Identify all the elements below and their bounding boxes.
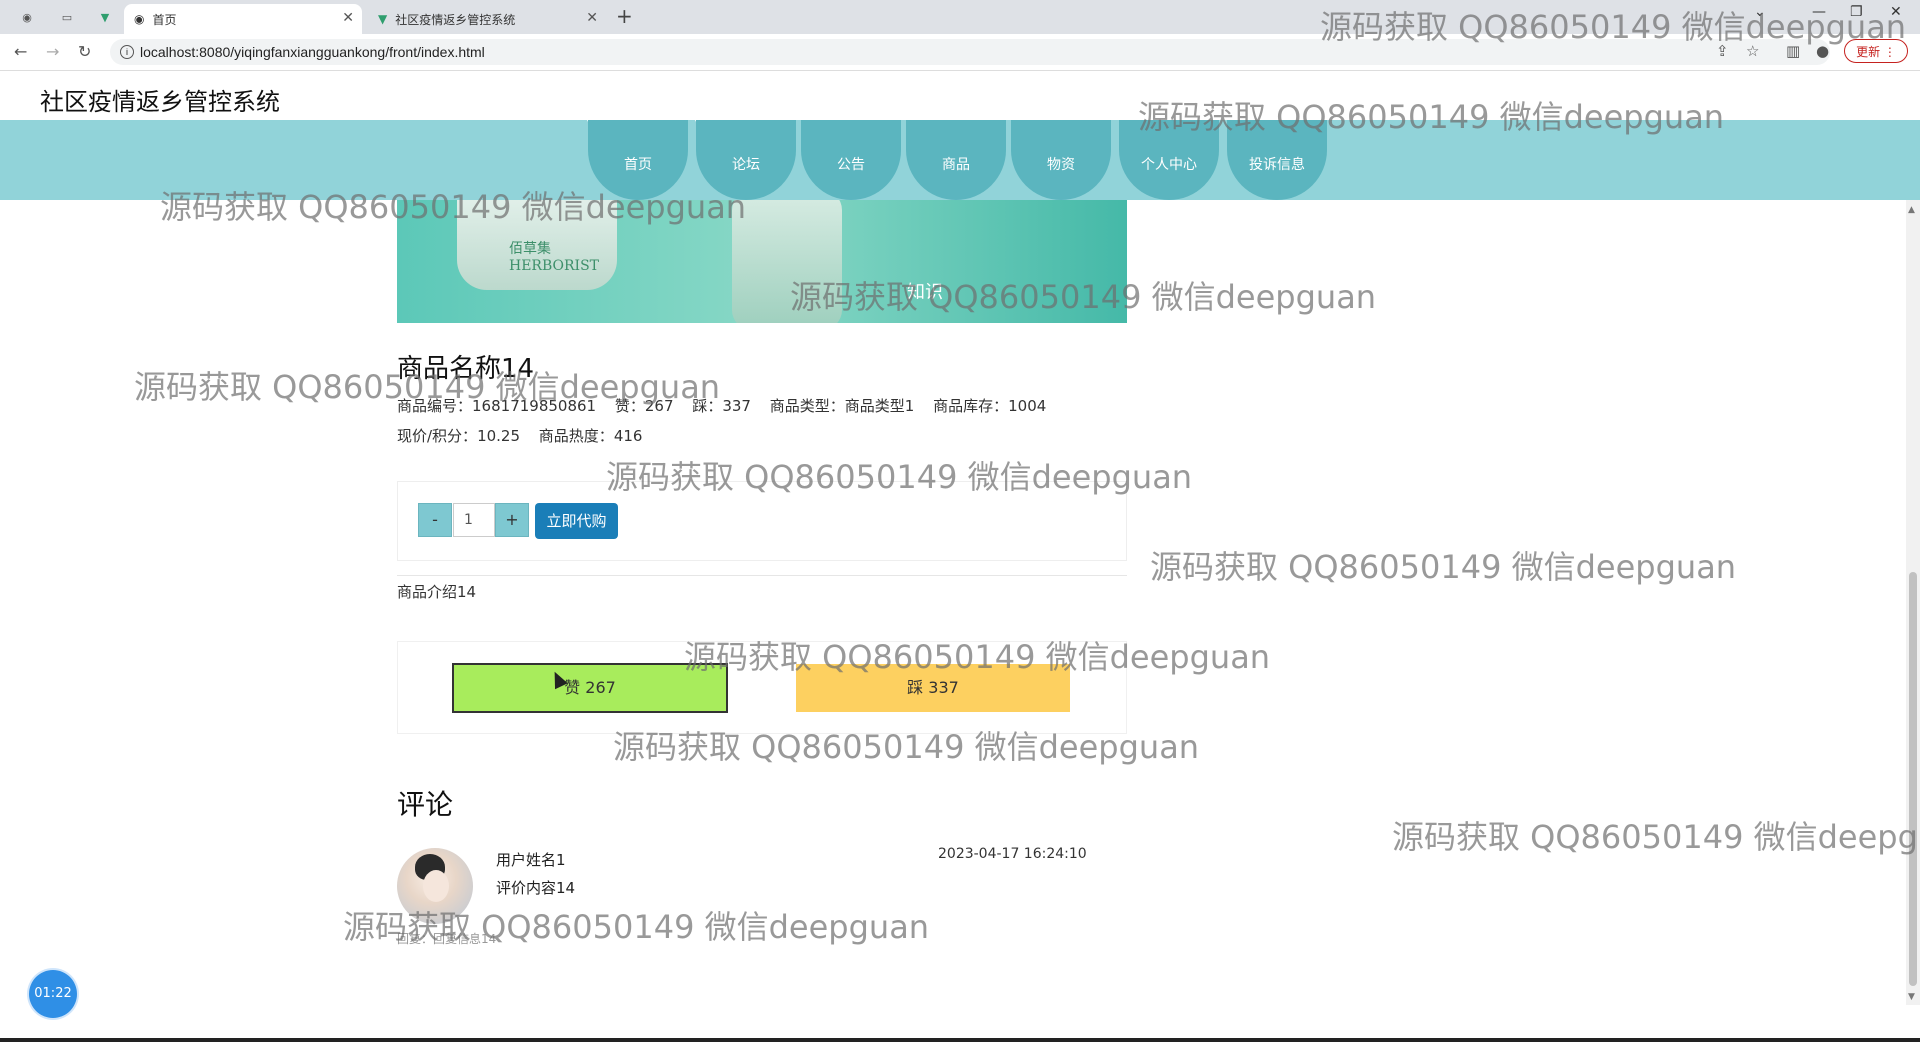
- window-close-icon[interactable]: ✕: [1890, 4, 1902, 20]
- meta-label: 现价/积分：: [397, 427, 478, 445]
- scrollbar-thumb[interactable]: [1909, 572, 1917, 986]
- quantity-input[interactable]: 1: [453, 503, 495, 537]
- globe-icon[interactable]: ◉: [18, 8, 36, 26]
- update-label: 更新: [1856, 45, 1881, 59]
- star-icon[interactable]: ☆: [1746, 42, 1759, 60]
- tab-system[interactable]: ▼ 社区疫情返乡管控系统 ✕: [368, 4, 606, 34]
- new-tab-icon[interactable]: +: [616, 4, 633, 28]
- url-field[interactable]: i localhost:8080/yiqingfanxiangguankong/…: [110, 39, 1830, 65]
- address-bar-row: ← → ↻ i localhost:8080/yiqingfanxianggua…: [0, 34, 1920, 71]
- comment-user: 用户姓名1: [496, 851, 566, 869]
- restore-icon[interactable]: ❐: [1850, 4, 1863, 20]
- scroll-down-icon[interactable]: ▼: [1908, 992, 1915, 1002]
- minimize-icon[interactable]: —: [1812, 4, 1826, 20]
- vue-icon: ▼: [378, 12, 388, 26]
- avatar: [397, 848, 473, 924]
- info-icon[interactable]: i: [120, 45, 134, 59]
- watermark: 源码获取 QQ86050149 微信deepguan: [1150, 548, 1737, 586]
- url-text: localhost:8080/yiqingfanxiangguankong/fr…: [140, 44, 485, 60]
- like-button[interactable]: 赞 267: [452, 663, 728, 713]
- tab-title: 首页: [152, 12, 177, 27]
- close-icon[interactable]: ✕: [586, 10, 598, 26]
- site-title: 社区疫情返乡管控系统: [40, 88, 280, 116]
- vue-icon[interactable]: ▼: [96, 8, 114, 26]
- back-icon[interactable]: ←: [14, 42, 27, 61]
- globe-icon: ◉: [134, 12, 145, 26]
- comment-time: 2023-04-17 16:24:10: [938, 846, 1087, 862]
- close-icon[interactable]: ✕: [342, 10, 354, 26]
- quantity-decrement-button[interactable]: -: [418, 503, 452, 537]
- meta-value: 1681719850861: [472, 397, 597, 415]
- buy-box: - 1 + 立即代购: [397, 481, 1127, 561]
- meta-label: 踩：: [692, 397, 723, 415]
- quantity-increment-button[interactable]: +: [495, 503, 529, 537]
- comments-title: 评论: [397, 788, 454, 821]
- watermark: 源码获取 QQ86050149 微信deepguan: [1392, 818, 1920, 856]
- product-bottle: [732, 200, 842, 323]
- vote-box: 赞 267 踩 337: [397, 641, 1127, 734]
- meta-label: 赞：: [614, 397, 645, 415]
- product-image: 佰草集 HERBORIST 知识: [397, 200, 1127, 323]
- meta-label: 商品库存：: [933, 397, 1009, 415]
- chevron-down-icon[interactable]: ⌄: [1754, 4, 1766, 20]
- recording-timer[interactable]: 01:22: [29, 970, 77, 1018]
- image-caption: 知识: [907, 282, 943, 303]
- product-meta-line-2: 现价/积分：10.25 商品热度：416: [397, 425, 642, 446]
- buy-now-button[interactable]: 立即代购: [535, 503, 618, 539]
- meta-value: 267: [644, 397, 674, 415]
- blank-tab-icon[interactable]: ▭: [58, 8, 76, 26]
- sidebar-icon[interactable]: ▥: [1786, 42, 1800, 60]
- share-icon[interactable]: ⇪: [1716, 42, 1729, 60]
- product-intro: 商品介绍14: [397, 583, 477, 601]
- product-jar: 佰草集 HERBORIST: [457, 200, 617, 290]
- tab-home[interactable]: ◉ 首页 ✕: [124, 4, 362, 34]
- comment-content: 评价内容14: [496, 879, 576, 897]
- meta-label: 商品类型：: [769, 397, 845, 415]
- meta-value: 商品类型1: [844, 397, 915, 415]
- profile-icon[interactable]: ●: [1816, 42, 1829, 60]
- taskbar-edge: [0, 1038, 1920, 1042]
- comment-reply: 回复：回复信息14: [397, 932, 497, 946]
- meta-value: 337: [722, 397, 751, 415]
- dislike-button[interactable]: 踩 337: [796, 664, 1070, 712]
- meta-value: 416: [613, 427, 643, 445]
- meta-label: 商品热度：: [538, 427, 614, 445]
- divider: [397, 575, 1127, 576]
- product-name: 商品名称14: [397, 354, 535, 384]
- product-meta-line-1: 商品编号：1681719850861 赞：267 踩：337 商品类型：商品类型…: [397, 395, 1046, 416]
- brand-label: 佰草集 HERBORIST: [509, 241, 599, 274]
- meta-value: 10.25: [477, 427, 521, 445]
- browser-tab-bar: ◉ ▭ ▼ ◉ 首页 ✕ ▼ 社区疫情返乡管控系统 ✕ + ⌄ — ❐ ✕: [0, 0, 1920, 34]
- forward-icon[interactable]: →: [46, 42, 59, 61]
- tab-title: 社区疫情返乡管控系统: [395, 12, 516, 27]
- reload-icon[interactable]: ↻: [78, 42, 91, 61]
- scroll-up-icon[interactable]: ▲: [1908, 205, 1915, 215]
- update-button[interactable]: 更新 ⋮: [1844, 39, 1908, 63]
- meta-label: 商品编号：: [397, 397, 473, 415]
- meta-value: 1004: [1008, 397, 1047, 415]
